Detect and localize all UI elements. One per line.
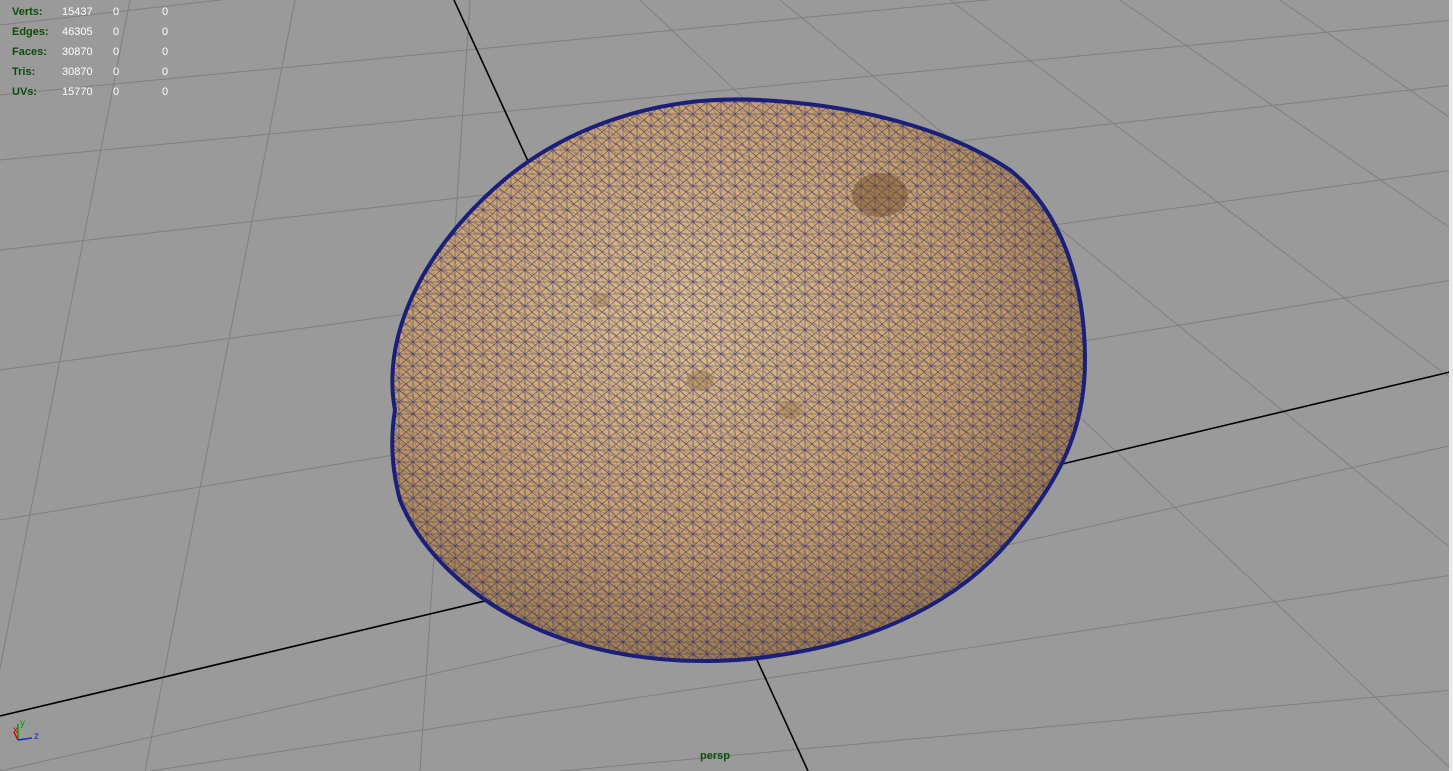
hud-value-1: 46305 [62,26,93,38]
hud-value-3: 0 [162,86,169,98]
scene-svg [0,0,1453,771]
hud-value-2: 0 [113,6,120,18]
hud-value-2: 0 [113,66,120,78]
hud-label: Tris: [12,66,36,78]
axis-x-label: x [13,725,18,736]
viewport-border [1449,0,1453,771]
hud-value-1: 15437 [62,6,93,18]
axis-y-label: y [20,720,25,729]
hud-value-3: 0 [162,66,169,78]
hud-value-3: 0 [162,6,169,18]
poly-count-hud: Verts: 15437 0 0 Edges: 46305 0 0 Faces: 30870 0 0 T… [12,2,212,102]
hud-value-1: 30870 [62,66,93,78]
hud-value-3: 0 [162,46,169,58]
hud-value-2: 0 [113,46,120,58]
hud-row: Verts: 15437 0 0 [12,2,212,22]
hud-row: Tris: 30870 0 0 [12,62,212,82]
potato-mesh [392,99,1085,662]
hud-label: Edges: [12,26,49,38]
hud-row: UVs: 15770 0 0 [12,82,212,102]
viewport-persp[interactable]: Verts: 15437 0 0 Edges: 46305 0 0 Faces: 30870 0 0 T… [0,0,1453,771]
axis-gizmo-icon: x y z [10,718,50,750]
hud-label: UVs: [12,86,38,98]
hud-value-1: 30870 [62,46,93,58]
hud-value-1: 15770 [62,86,93,98]
camera-name-label: persp [700,750,730,762]
hud-row: Faces: 30870 0 0 [12,42,212,62]
axis-z-label: z [34,731,39,742]
hud-label: Faces: [12,46,47,58]
hud-value-2: 0 [113,26,120,38]
hud-row: Edges: 46305 0 0 [12,22,212,42]
hud-label: Verts: [12,6,43,18]
hud-value-2: 0 [113,86,120,98]
hud-value-3: 0 [162,26,169,38]
